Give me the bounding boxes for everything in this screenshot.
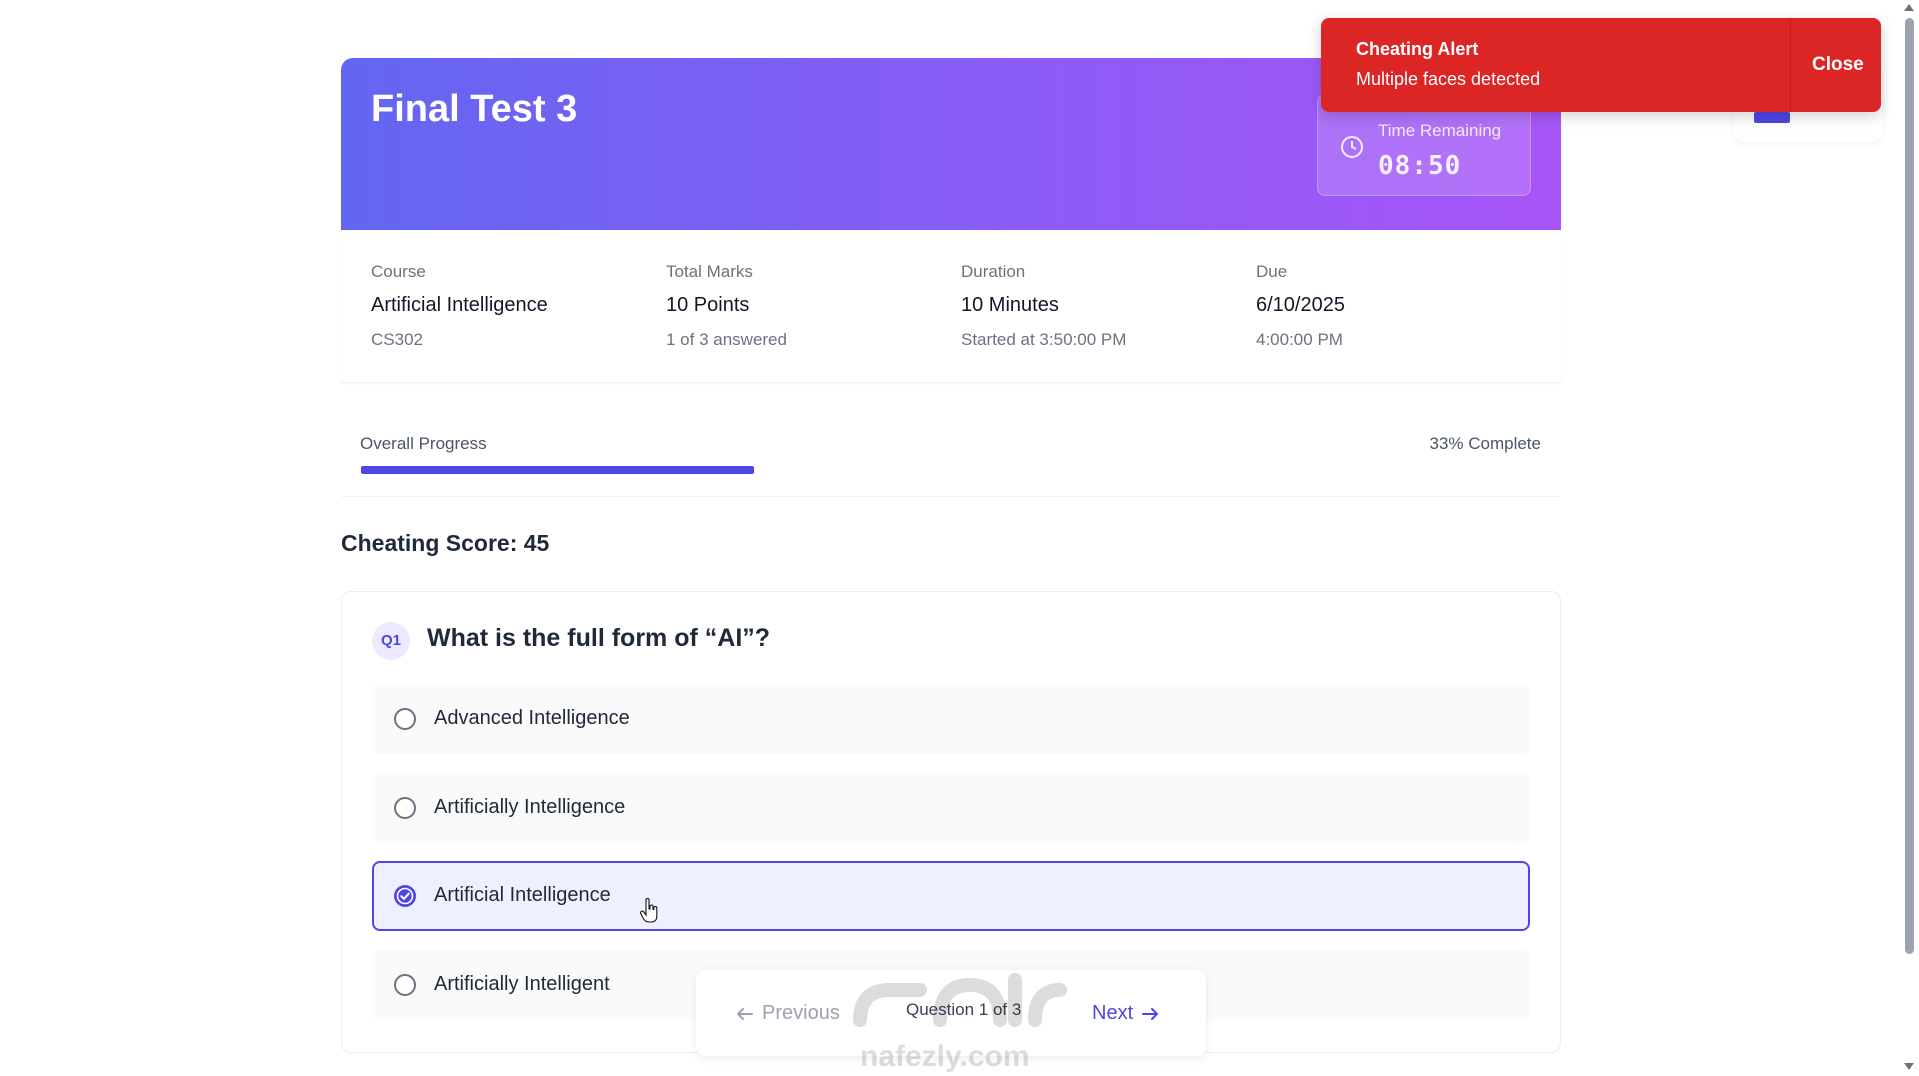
- previous-label: Previous: [762, 1002, 840, 1024]
- course-code: CS302: [371, 330, 423, 349]
- check-circle-icon[interactable]: [394, 885, 416, 907]
- option-label: Artificially Intelligence: [434, 796, 626, 818]
- arrow-right-icon: [1142, 1007, 1159, 1020]
- timer-label: Time Remaining: [1378, 121, 1502, 140]
- duration-value: 10 Minutes: [961, 294, 1059, 316]
- marks-info: Total Marks 10 Points 1 of 3 answered: [666, 262, 946, 350]
- due-info: Due 6/10/2025 4:00:00 PM: [1256, 262, 1536, 350]
- course-value: Artificial Intelligence: [371, 294, 548, 316]
- test-info-card: Course Artificial Intelligence CS302 Tot…: [341, 230, 1561, 383]
- answered-count: 1 of 3 answered: [666, 330, 787, 349]
- option-label: Artificial Intelligence: [434, 884, 611, 906]
- progress-percent: 33% Complete: [1429, 434, 1541, 453]
- previous-button[interactable]: Previous: [736, 1002, 840, 1025]
- radio-icon[interactable]: [394, 797, 416, 819]
- next-label: Next: [1092, 1002, 1134, 1024]
- cheating-score: Cheating Score: 45: [341, 530, 550, 556]
- hand-cursor-icon: [640, 898, 658, 923]
- test-title: Final Test 3: [371, 88, 578, 130]
- progress-card: Overall Progress 33% Complete: [341, 396, 1561, 497]
- progress-bar-fill: [361, 466, 754, 474]
- answer-option[interactable]: Artificially Intelligence: [372, 773, 1530, 843]
- due-time: 4:00:00 PM: [1256, 330, 1343, 349]
- next-button[interactable]: Next: [1092, 1002, 1159, 1025]
- scrollbar-thumb[interactable]: [1905, 18, 1914, 954]
- start-time: Started at 3:50:00 PM: [961, 330, 1127, 349]
- test-page: Final Test 3 Time Remaining 08:50 Course…: [0, 0, 1919, 1076]
- option-label: Advanced Intelligence: [434, 707, 630, 729]
- question-counter: Question 1 of 3: [906, 1000, 1022, 1019]
- due-date: 6/10/2025: [1256, 294, 1345, 316]
- clock-icon: [1341, 136, 1363, 158]
- page-scrollbar[interactable]: [1900, 0, 1919, 1076]
- course-label: Course: [371, 262, 426, 281]
- scroll-up-arrow-icon[interactable]: [1904, 4, 1914, 11]
- marks-label: Total Marks: [666, 262, 753, 281]
- option-label: Artificially Intelligent: [434, 973, 610, 995]
- timer-value: 08:50: [1378, 151, 1462, 181]
- duration-info: Duration 10 Minutes Started at 3:50:00 P…: [961, 262, 1241, 350]
- radio-icon[interactable]: [394, 708, 416, 730]
- alert-message: Multiple faces detected: [1356, 69, 1541, 89]
- watermark-text: nafezly.com: [860, 1040, 1030, 1073]
- radio-icon[interactable]: [394, 974, 416, 996]
- answer-option[interactable]: Advanced Intelligence: [372, 684, 1530, 754]
- scroll-down-arrow-icon[interactable]: [1904, 1063, 1914, 1070]
- course-info: Course Artificial Intelligence CS302: [371, 262, 651, 350]
- progress-label: Overall Progress: [360, 434, 487, 453]
- due-label: Due: [1256, 262, 1288, 281]
- cheating-alert-toast: Cheating Alert Multiple faces detected C…: [1321, 18, 1881, 112]
- question-number-badge: Q1: [372, 622, 410, 660]
- marks-value: 10 Points: [666, 294, 750, 316]
- alert-divider: [1790, 18, 1791, 112]
- answer-option[interactable]: Artificial Intelligence: [372, 861, 1530, 931]
- progress-bar: [361, 466, 1541, 474]
- close-alert-button[interactable]: Close: [1812, 54, 1864, 76]
- duration-label: Duration: [961, 262, 1026, 281]
- alert-title: Cheating Alert: [1356, 39, 1479, 59]
- arrow-left-icon: [737, 1007, 753, 1020]
- question-text: What is the full form of “AI”?: [427, 624, 771, 652]
- side-panel-indicator: [1754, 112, 1790, 123]
